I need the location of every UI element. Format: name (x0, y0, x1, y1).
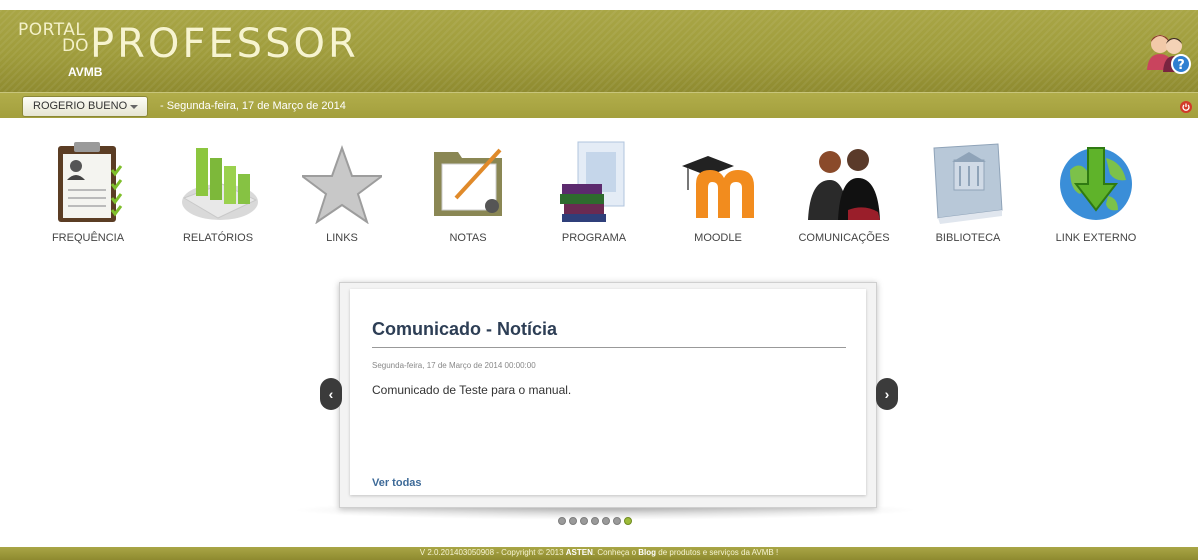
menu-item-label: LINKS (326, 232, 358, 244)
carousel-dot[interactable] (580, 517, 588, 525)
menu-item-frequencia[interactable]: FREQUÊNCIA (38, 140, 138, 250)
moodle-icon (682, 156, 754, 218)
clipboard-icon (58, 142, 123, 222)
footer-blog-link[interactable]: Blog (638, 548, 656, 557)
menu-item-label: COMUNICAÇÕES (798, 232, 890, 244)
library-book-icon (933, 143, 1003, 224)
chevron-right-icon: › (884, 386, 890, 402)
power-icon[interactable] (1180, 101, 1192, 113)
news-panel: Comunicado - Notícia Segunda-feira, 17 d… (350, 289, 866, 495)
svg-text:?: ? (1177, 58, 1185, 73)
menu-item-label: FREQUÊNCIA (51, 232, 125, 244)
carousel-next-button[interactable]: › (876, 378, 898, 410)
logo-professor-text: PROFESSOR (90, 21, 359, 67)
menu-item-label: LINK EXTERNO (1055, 232, 1137, 244)
info-bar: ROGERIO BUENO - Segunda-feira, 17 de Mar… (0, 92, 1198, 118)
menu-item-label: PROGRAMA (561, 232, 627, 244)
menu-item-links[interactable]: LINKS (292, 140, 392, 250)
books-icon (560, 141, 625, 222)
footer-company-link[interactable]: ASTEN (566, 548, 593, 557)
carousel-dot[interactable] (613, 517, 621, 525)
carousel-dot[interactable] (558, 517, 566, 525)
menu-item-relatorios[interactable]: RELATÓRIOS (168, 140, 268, 250)
menu-item-label: RELATÓRIOS (182, 232, 254, 244)
menu-item-label: BIBLIOTECA (935, 232, 1001, 244)
news-carousel: Comunicado - Notícia Segunda-feira, 17 d… (339, 282, 877, 508)
menu-item-programa[interactable]: PROGRAMA (544, 140, 644, 250)
logo-do-text: DO (62, 36, 89, 56)
logo-org-text: AVMB (68, 65, 103, 79)
carousel-prev-button[interactable]: ‹ (320, 378, 342, 410)
carousel-dot[interactable] (624, 517, 632, 525)
news-title: Comunicado - Notícia (372, 319, 558, 339)
news-divider (372, 347, 846, 348)
footer-bar: V 2.0.201403050908 - Copyright © 2013 AS… (0, 547, 1198, 560)
people-icon (808, 149, 880, 220)
folder-pencil-icon (434, 148, 502, 216)
menu-item-link-externo[interactable]: LINK EXTERNO (1046, 140, 1146, 250)
footer-version: V 2.0.201403050908 - Copyright © 2013 (419, 548, 566, 557)
star-icon (302, 145, 382, 224)
chevron-down-icon (130, 105, 138, 109)
header-bar: PORTAL DO PROFESSOR AVMB ? (0, 10, 1198, 92)
chevron-left-icon: ‹ (328, 386, 334, 402)
bar-chart-icon (182, 148, 258, 220)
menu-item-biblioteca[interactable]: BIBLIOTECA (918, 140, 1018, 250)
footer-mid: . Conheça o (592, 548, 639, 557)
menu-item-label: NOTAS (449, 232, 487, 244)
menu-item-moodle[interactable]: MOODLE (668, 140, 768, 250)
carousel-dot[interactable] (591, 517, 599, 525)
menu-item-comunicacoes[interactable]: COMUNICAÇÕES (794, 140, 894, 250)
footer-text: V 2.0.201403050908 - Copyright © 2013 AS… (0, 548, 1198, 557)
globe-arrow-icon (1060, 147, 1132, 220)
user-name-label: ROGERIO BUENO (33, 100, 128, 112)
current-date: - Segunda-feira, 17 de Março de 2014 (160, 100, 346, 112)
carousel-pagination (558, 517, 648, 527)
menu-item-label: MOODLE (694, 232, 742, 244)
news-body: Comunicado de Teste para o manual. (372, 383, 572, 397)
footer-tail: de produtos e serviços da AVMB ! (656, 548, 779, 557)
carousel-dot[interactable] (569, 517, 577, 525)
carousel-dot[interactable] (602, 517, 610, 525)
news-date: Segunda-feira, 17 de Março de 2014 00:00… (372, 361, 536, 370)
menu-item-notas[interactable]: NOTAS (418, 140, 518, 250)
users-help-icon[interactable]: ? (1144, 28, 1192, 76)
view-all-link[interactable]: Ver todas (372, 477, 422, 489)
user-dropdown[interactable]: ROGERIO BUENO (22, 96, 148, 117)
